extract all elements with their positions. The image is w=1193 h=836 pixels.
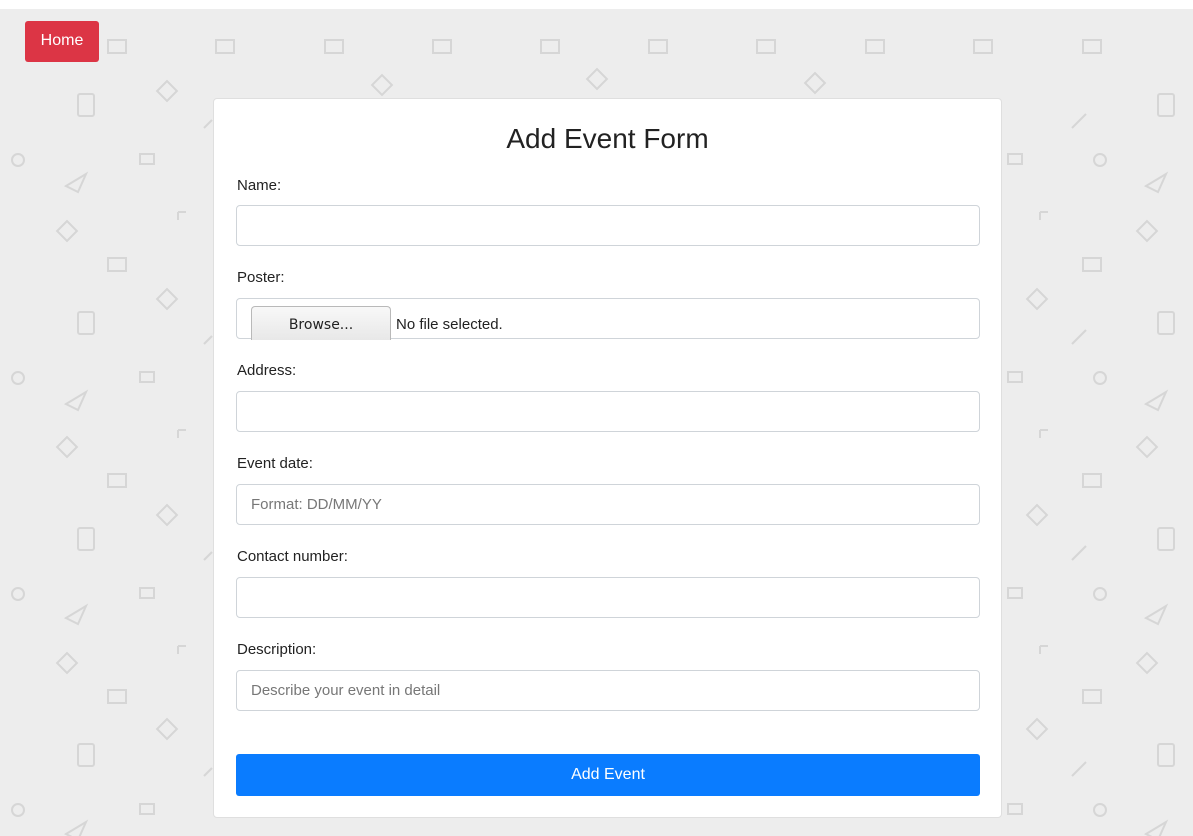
event-date-label: Event date:: [237, 455, 313, 472]
browse-button[interactable]: Browse...: [251, 306, 391, 340]
contact-number-input[interactable]: [236, 577, 980, 618]
poster-file-input[interactable]: Browse... No file selected.: [236, 298, 980, 340]
form-title: Add Event Form: [506, 123, 709, 154]
name-label: Name:: [237, 177, 282, 194]
contact-number-label: Contact number:: [237, 548, 348, 565]
add-event-button[interactable]: Add Event: [236, 754, 980, 796]
file-status-text: No file selected.: [396, 316, 503, 333]
add-event-form-card: Add Event Form Name: Poster: Browse... N…: [213, 98, 1002, 818]
address-input[interactable]: [236, 391, 980, 432]
description-input[interactable]: [236, 670, 980, 711]
name-input[interactable]: [236, 205, 980, 246]
address-label: Address:: [237, 362, 297, 379]
description-label: Description:: [237, 641, 317, 658]
event-date-input[interactable]: [236, 484, 980, 525]
home-button[interactable]: Home: [25, 21, 99, 62]
poster-label: Poster:: [237, 269, 285, 286]
